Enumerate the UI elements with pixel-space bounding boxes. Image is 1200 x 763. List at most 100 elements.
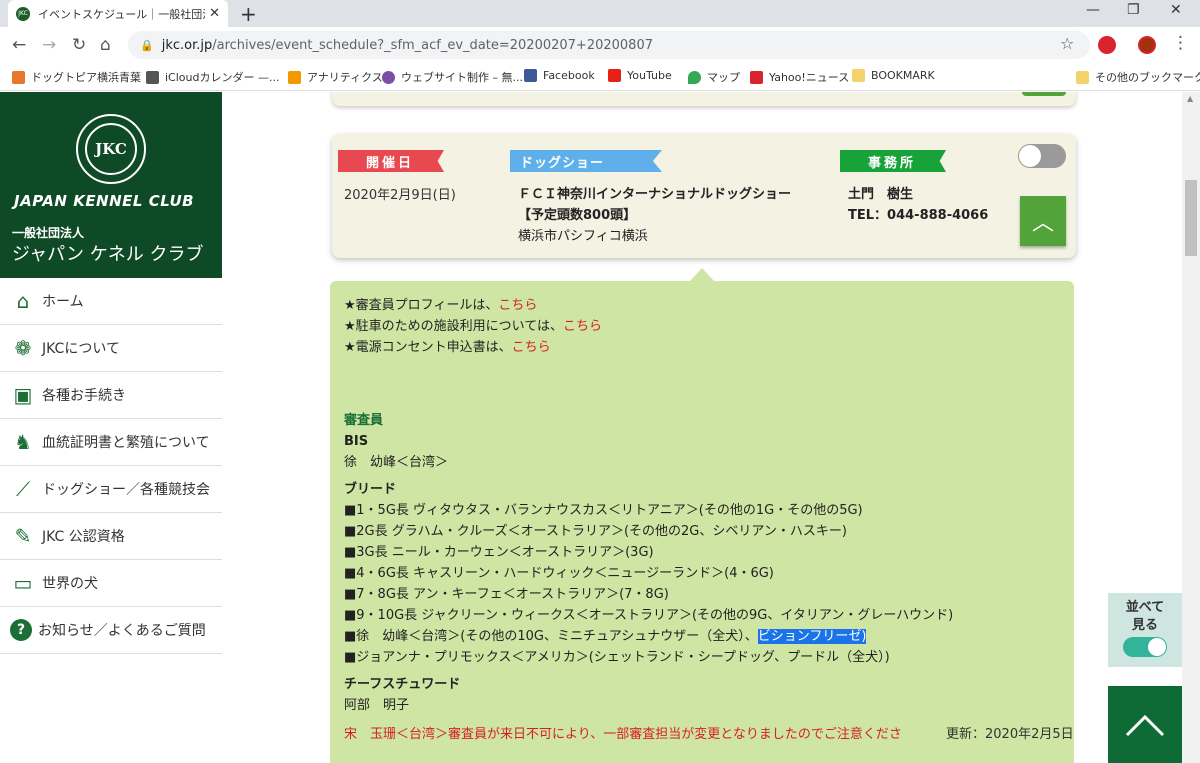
browser-tab[interactable]: JKC イベントスケジュール｜一般社団法人 ✕ [8, 0, 228, 27]
jkc-logo[interactable]: JKC JAPAN KENNEL CLUB 一般社団法人 ジャパン ケネル クラ… [0, 92, 222, 278]
scrollbar-thumb[interactable] [1185, 180, 1197, 256]
favorite-toggle[interactable] [1018, 144, 1066, 168]
bookmark-item[interactable]: YouTube [608, 69, 672, 82]
home-icon[interactable]: ⌂ [100, 35, 111, 55]
youtube-icon [608, 69, 621, 82]
steward-name: 阿部 明子 [344, 698, 410, 713]
panel-pointer [690, 268, 714, 281]
bis-label: BIS [344, 434, 369, 449]
back-to-top-button[interactable] [1108, 686, 1182, 763]
logo-circle-text: JKC [85, 123, 137, 175]
logo-japanese-name: ジャパン ケネル クラブ [12, 244, 204, 265]
bookmark-folder[interactable]: BOOKMARK [852, 69, 935, 82]
dog-icon: ♞ [14, 430, 32, 454]
toggle-knob [1148, 638, 1166, 656]
breed-judge-line: ■2G長 グラハム・クルーズ＜オーストラリア＞(その他の2G、シベリアン・ハスキ… [344, 524, 847, 539]
bookmark-item[interactable]: マップ [688, 69, 740, 85]
bone-icon: ⟋ [16, 477, 30, 501]
nav-item-dogshow[interactable]: ⟋ ドッグショー／各種競技会 [0, 466, 222, 513]
page: JKC JAPAN KENNEL CLUB 一般社団法人 ジャパン ケネル クラ… [0, 92, 1200, 763]
office-name: 土門 樹生 [848, 187, 914, 202]
house-icon: ⌂ [16, 289, 30, 313]
office-tel: TEL：044-888-4066 [848, 208, 989, 223]
chevron-up-icon: ︿ [1031, 211, 1054, 236]
main-content: 開催日 ドッグショー 事務所 2020年2月9日(日) ＦＣＩ神奈川インターナシ… [222, 92, 1182, 763]
office-info: 土門 樹生 TEL：044-888-4066 [848, 184, 988, 226]
bookmark-item[interactable]: ドッグトピア横浜青葉 [12, 69, 141, 85]
breed-judge-line: ■1・5G長 ヴィタウタス・バランナウスカス＜リトアニア＞(その他の1G・その他… [344, 503, 863, 518]
show-ribbon: ドッグショー [510, 150, 662, 172]
parking-link[interactable]: こちら [563, 319, 602, 334]
bookmark-item[interactable]: ウェブサイト制作 – 無... [382, 69, 523, 85]
note-line: ★駐車のための施設利用については、こちら [344, 319, 603, 334]
nav-item-news-faq[interactable]: ? お知らせ／よくあるご質問 [0, 607, 222, 654]
show-entries: 【予定頭数800頭】 [518, 208, 637, 223]
nav-item-world-dogs[interactable]: ▭ 世界の犬 [0, 560, 222, 607]
menu-icon[interactable]: ⋮ [1172, 33, 1189, 53]
chevron-up-icon [1125, 714, 1165, 736]
updated-date: 更新：2020年2月5日 [944, 724, 1074, 745]
bookmark-item[interactable]: Facebook [524, 69, 595, 82]
reload-icon[interactable]: ↻ [72, 35, 86, 55]
close-tab-icon[interactable]: ✕ [209, 6, 220, 21]
event-detail-panel: ★審査員プロフィールは、こちら ★駐車のための施設利用については、こちら ★電源… [330, 281, 1074, 763]
breed-judge-line: ■徐 幼峰＜台湾＞(その他の10G、ミニチュアシュナウザー（全犬）、ビションフリ… [344, 629, 867, 644]
other-bookmarks-folder[interactable]: その他のブックマーク [1076, 69, 1200, 85]
nav-item-pedigree[interactable]: ♞ 血統証明書と繁殖について [0, 419, 222, 466]
url-path: /archives/event_schedule?_sfm_acf_ev_dat… [212, 37, 653, 53]
compare-toggle[interactable] [1123, 637, 1167, 657]
bookmark-item[interactable]: アナリティクス [288, 69, 383, 85]
nav-item-home[interactable]: ⌂ ホーム [0, 278, 222, 325]
show-venue: 横浜市パシフィコ横浜 [518, 229, 648, 244]
tab-title: イベントスケジュール｜一般社団法人 [38, 7, 205, 21]
folder-icon [852, 69, 865, 82]
logo-english-name: JAPAN KENNEL CLUB [14, 192, 195, 210]
breed-judge-line: ■7・8G長 アン・キーフェ＜オーストラリア＞(7・8G) [344, 587, 669, 602]
maximize-icon[interactable]: ❐ [1127, 2, 1140, 18]
show-name: ＦＣＩ神奈川インターナショナルドッグショー [518, 187, 792, 202]
judge-change-warning: 宋 玉珊＜台湾＞審査員が来日不可により、一部審査担当が変更となりましたのでご注意… [344, 724, 1074, 745]
power-outlet-link[interactable]: こちら [512, 340, 551, 355]
nav-item-procedures[interactable]: ▣ 各種お手続き [0, 372, 222, 419]
forward-icon[interactable]: → [42, 35, 56, 55]
pen-icon: ✎ [14, 524, 32, 548]
id-card-icon: ▣ [13, 383, 33, 407]
extension-icon[interactable] [1098, 36, 1116, 54]
previous-event-card [332, 92, 1076, 106]
steward-heading: チーフスチュワード [344, 677, 461, 692]
site-builder-icon [382, 70, 395, 84]
jkc-emblem-icon: JKC [76, 114, 146, 184]
note-line: ★審査員プロフィールは、こちら [344, 298, 538, 313]
nav-item-qualification[interactable]: ✎ JKC 公認資格 [0, 513, 222, 560]
sidebar: JKC JAPAN KENNEL CLUB 一般社団法人 ジャパン ケネル クラ… [0, 92, 222, 763]
logo-org-type: 一般社団法人 [12, 226, 85, 240]
nav-item-about[interactable]: ❁ JKCについて [0, 325, 222, 372]
close-window-icon[interactable]: ✕ [1170, 2, 1182, 18]
breed-judge-line: ■4・6G長 キャスリーン・ハードウィック＜ニュージーランド＞(4・6G) [344, 566, 774, 581]
new-tab-button[interactable]: + [240, 2, 257, 26]
bis-judge: 徐 幼峰＜台湾＞ [344, 455, 449, 470]
paw-icon: ❁ [14, 336, 32, 360]
bookmark-item[interactable]: iCloudカレンダー —... [146, 69, 279, 85]
judges-heading: 審査員 [344, 413, 384, 428]
bookmark-favicon-icon [12, 70, 25, 84]
collapse-button[interactable]: ︿ [1020, 196, 1066, 246]
profile-avatar[interactable] [1138, 36, 1156, 54]
folder-icon [1076, 70, 1089, 84]
book-icon: ▭ [13, 571, 33, 595]
back-icon[interactable]: ← [12, 35, 26, 55]
scroll-up-icon[interactable]: ▲ [1187, 94, 1193, 103]
jkc-favicon-icon: JKC [16, 6, 30, 21]
show-info: ＦＣＩ神奈川インターナショナルドッグショー 【予定頭数800頭】 横浜市パシフィ… [518, 184, 791, 247]
bookmark-star-icon[interactable]: ☆ [1060, 34, 1074, 53]
scrollbar[interactable]: ▲ [1182, 92, 1200, 763]
address-bar[interactable]: 🔒 jkc.or.jp/archives/event_schedule?_sfm… [128, 31, 1090, 59]
minimize-icon[interactable]: — [1086, 2, 1100, 18]
bookmark-item[interactable]: Yahoo!ニュース [750, 69, 849, 85]
judge-profile-link[interactable]: こちら [498, 298, 537, 313]
office-ribbon: 事務所 [840, 150, 946, 172]
event-card: 開催日 ドッグショー 事務所 2020年2月9日(日) ＦＣＩ神奈川インターナシ… [332, 134, 1076, 258]
maps-icon [688, 70, 701, 84]
compare-view-widget[interactable]: 並べて 見る [1108, 593, 1182, 667]
previous-collapse-button[interactable] [1022, 92, 1066, 96]
